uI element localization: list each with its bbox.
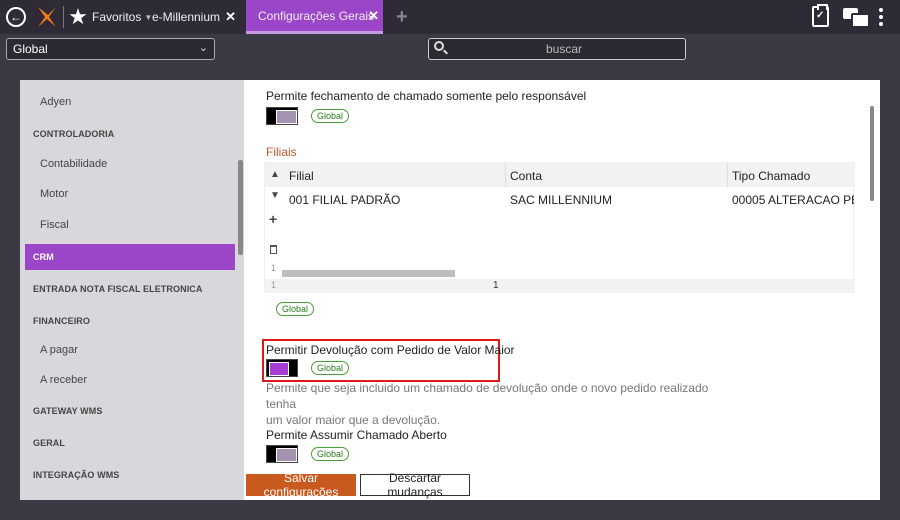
divider (63, 6, 64, 28)
sidebar-item-fiscal[interactable]: Fiscal (25, 212, 235, 238)
column-header-conta[interactable]: Conta (510, 169, 542, 183)
sidebar-item-crm[interactable]: CRM (25, 244, 235, 270)
sidebar-item-geral[interactable]: GERAL (25, 430, 235, 456)
sidebar-item-financeiro[interactable]: FINANCEIRO (25, 308, 235, 334)
search-input[interactable] (449, 39, 679, 59)
devolucao-label: Permitir Devolução com Pedido de Valor M… (266, 343, 515, 357)
sidebar-item-adyen[interactable]: Adyen (25, 89, 235, 115)
footer-left: 1 (271, 280, 277, 290)
search-box[interactable] (428, 38, 686, 60)
sidebar-scrollbar[interactable] (238, 160, 243, 255)
column-divider (505, 163, 506, 187)
filter-bar: Global ⌄ (0, 34, 900, 66)
chevron-down-icon: ⌄ (198, 42, 208, 54)
main-panel: Adyen CONTROLADORIA Contabilidade Motor … (20, 80, 880, 500)
favoritos-menu[interactable]: Favoritos ▼ (92, 0, 152, 34)
clipboard-check-icon[interactable]: ✓ (812, 4, 829, 27)
devolucao-toggle[interactable] (266, 359, 298, 377)
close-icon[interactable]: ✕ (225, 9, 236, 25)
discard-button[interactable]: Descartar mudanças (360, 471, 470, 499)
global-badge: Global (311, 109, 350, 123)
grid-cell-filial[interactable]: 001 FILIAL PADRÃO (289, 193, 400, 207)
sidebar-item-integracao-wms[interactable]: INTEGRAÇÃO WMS (25, 462, 235, 488)
description-line: um valor maior que a devolução. (266, 413, 441, 427)
tab-e-millennium[interactable]: e-Millennium ✕ (152, 0, 240, 34)
assumir-label: Permite Assumir Chamado Aberto (266, 428, 447, 442)
sidebar-item-motor[interactable]: Motor (25, 181, 235, 207)
column-divider (727, 163, 728, 187)
global-badge: Global (311, 361, 350, 375)
sort-down-icon[interactable]: ▼ (270, 190, 280, 201)
grid-footer (265, 279, 855, 293)
tab-label: Configurações Gerais (258, 8, 375, 23)
more-vertical-icon[interactable] (876, 7, 886, 27)
chat-icon[interactable] (843, 8, 870, 28)
fechamento-label: Permite fechamento de chamado somente pe… (266, 89, 587, 103)
back-arrow-icon[interactable]: ← (6, 7, 26, 27)
assumir-toggle[interactable] (266, 445, 298, 463)
add-tab-icon[interactable]: + (396, 7, 408, 27)
description-line: Permite que seja incluido um chamado de … (266, 381, 709, 411)
sidebar: Adyen CONTROLADORIA Contabilidade Motor … (20, 80, 244, 500)
settings-content: Permite fechamento de chamado somente pe… (244, 80, 880, 500)
fechamento-toggle[interactable] (266, 107, 298, 125)
content-scrollbar[interactable] (870, 106, 874, 201)
sidebar-item-a-pagar[interactable]: A pagar (25, 337, 235, 363)
sidebar-item-contabilidade[interactable]: Contabilidade (25, 151, 235, 177)
tab-label: e-Millennium (152, 10, 221, 24)
save-button[interactable]: Salvar configurações (246, 471, 356, 499)
filiais-grid: ▲ Filial Conta Tipo Chamado ▼ 001 FILIAL… (264, 162, 855, 293)
column-header-filial[interactable]: Filial (289, 169, 314, 183)
sidebar-item-controladoria[interactable]: CONTROLADORIA (25, 121, 235, 147)
footer-count: 1 (493, 280, 499, 291)
scope-select[interactable]: Global ⌄ (6, 38, 215, 60)
global-badge: Global (276, 302, 315, 316)
scope-select-value: Global (13, 42, 48, 56)
grid-cell-conta[interactable]: SAC MILLENNIUM (510, 193, 612, 207)
star-icon[interactable]: ★ (66, 4, 90, 30)
top-bar: ← ★ Favoritos ▼ e-Millennium ✕ Configura… (0, 0, 900, 34)
sidebar-item-a-receber[interactable]: A receber (25, 367, 235, 393)
trash-icon[interactable] (270, 245, 277, 254)
sort-up-icon[interactable]: ▲ (270, 169, 280, 180)
sidebar-item-gateway-wms[interactable]: GATEWAY WMS (25, 398, 235, 424)
global-badge: Global (311, 447, 350, 461)
sidebar-item-entrada-nota-fiscal[interactable]: ENTRADA NOTA FISCAL ELETRONICA (25, 276, 235, 302)
add-row-icon[interactable]: + (269, 211, 277, 227)
check-icon: ✓ (816, 10, 825, 21)
column-header-tipo-chamado[interactable]: Tipo Chamado (732, 169, 852, 183)
grid-horizontal-scrollbar[interactable] (282, 270, 455, 277)
search-icon (434, 41, 444, 51)
grid-cell-tipo-chamado[interactable]: 00005 ALTERACAO PEDIDO (732, 193, 854, 207)
close-icon[interactable]: ✕ (368, 8, 379, 24)
tab-configuracoes-gerais[interactable]: Configurações Gerais ✕ (246, 0, 383, 34)
filiais-title: Filiais (266, 145, 297, 159)
row-number: 1 (271, 263, 277, 273)
logo-icon[interactable] (36, 5, 58, 29)
favoritos-label: Favoritos (92, 10, 142, 24)
devolucao-description: Permite que seja incluido um chamado de … (266, 380, 726, 428)
